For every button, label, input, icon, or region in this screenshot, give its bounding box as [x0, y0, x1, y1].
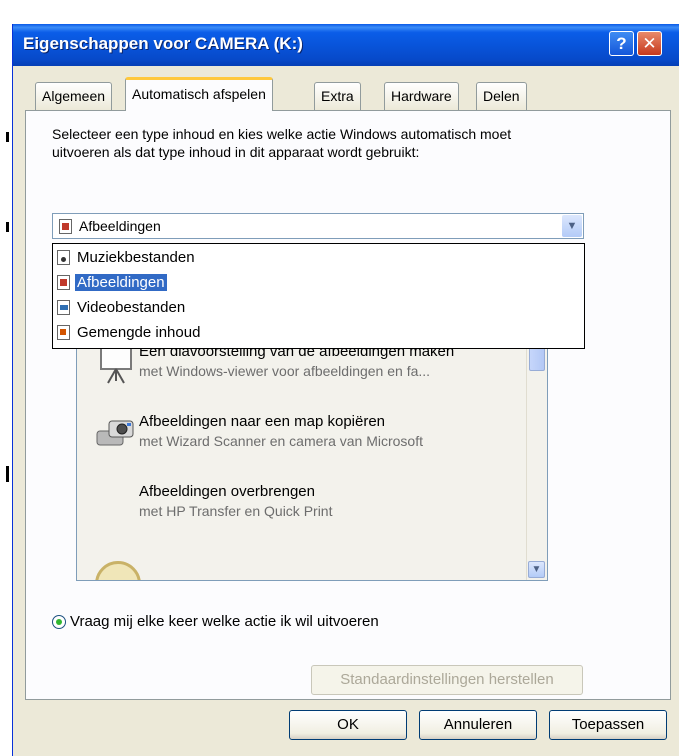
ok-button[interactable]: OK: [289, 710, 407, 740]
tab-hardware[interactable]: Hardware: [384, 82, 459, 110]
background-artifact: [6, 222, 9, 232]
background-artifact: [6, 132, 9, 142]
title-bar[interactable]: Eigenschappen voor CAMERA (K:) ? ✕: [13, 24, 679, 66]
tab-extra[interactable]: Extra: [314, 82, 361, 110]
video-file-icon: [57, 300, 70, 315]
dropdown-option-gemengde-inhoud[interactable]: Gemengde inhoud: [55, 321, 582, 345]
list-item[interactable]: Afbeeldingen naar een map kopiëren met W…: [77, 405, 517, 461]
help-icon: ?: [616, 34, 627, 53]
picture-file-icon: [59, 219, 72, 234]
background-artifact: [6, 466, 9, 482]
dropdown-option-videobestanden[interactable]: Videobestanden: [55, 296, 582, 320]
content-type-select[interactable]: Afbeeldingen ▼: [52, 213, 584, 239]
content-type-value: Afbeeldingen: [79, 218, 161, 234]
ask-radio-label: Vraag mij elke keer welke actie ik wil u…: [70, 613, 379, 630]
restore-defaults-button[interactable]: Standaardinstellingen herstellen: [311, 665, 583, 695]
option-label: Gemengde inhoud: [77, 324, 201, 341]
action-subtitle: met HP Transfer en Quick Print: [139, 503, 333, 519]
dropdown-option-muziekbestanden[interactable]: Muziekbestanden: [55, 246, 582, 270]
action-subtitle: met Windows-viewer voor afbeeldingen en …: [139, 363, 431, 379]
close-icon: ✕: [642, 34, 657, 53]
camera-scanner-icon: [96, 420, 134, 446]
option-label: Afbeeldingen: [75, 274, 167, 291]
description-text: Selecteer een type inhoud en kies welke …: [52, 126, 512, 160]
autoplay-panel: Selecteer een type inhoud en kies welke …: [25, 110, 671, 700]
list-item[interactable]: Afbeeldingen overbrengen met HP Transfer…: [77, 475, 517, 531]
option-label: Muziekbestanden: [77, 249, 195, 266]
tab-automatisch-afspelen[interactable]: Automatisch afspelen: [125, 77, 273, 111]
properties-dialog: Eigenschappen voor CAMERA (K:) ? ✕ Algem…: [12, 24, 679, 756]
cancel-button[interactable]: Annuleren: [419, 710, 537, 740]
tab-delen[interactable]: Delen: [476, 82, 527, 110]
close-button[interactable]: ✕: [637, 31, 662, 56]
dropdown-option-afbeeldingen[interactable]: Afbeeldingen: [55, 271, 582, 295]
option-label: Videobestanden: [77, 299, 186, 316]
window-title: Eigenschappen voor CAMERA (K:): [23, 34, 303, 53]
chevron-down-icon[interactable]: ▼: [562, 215, 582, 237]
action-title: Afbeeldingen naar een map kopiëren: [139, 413, 386, 430]
apply-button[interactable]: Toepassen: [549, 710, 667, 740]
action-title: Afbeeldingen overbrengen: [139, 483, 315, 500]
action-subtitle: met Wizard Scanner en camera van Microso…: [139, 433, 423, 449]
scroll-down-icon[interactable]: ▼: [528, 561, 545, 578]
help-button[interactable]: ?: [609, 31, 634, 56]
content-type-dropdown[interactable]: Muziekbestanden Afbeeldingen Videobestan…: [52, 243, 585, 349]
picture-file-icon: [57, 275, 70, 290]
mixed-content-icon: [57, 325, 70, 340]
partial-item-icon: [95, 561, 141, 580]
tab-algemeen[interactable]: Algemeen: [35, 82, 113, 110]
music-file-icon: [57, 250, 70, 265]
ask-radio[interactable]: [52, 615, 66, 629]
